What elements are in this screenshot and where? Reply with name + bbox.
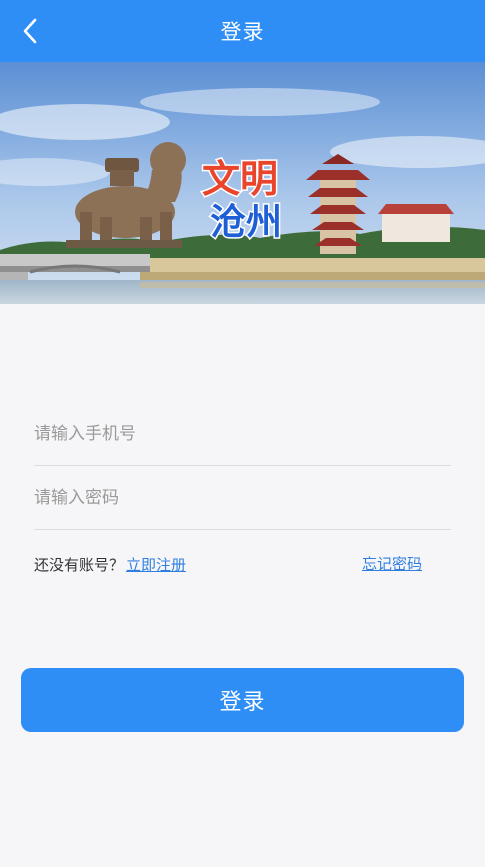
phone-input[interactable] (34, 413, 451, 454)
back-button[interactable] (14, 15, 46, 47)
chevron-left-icon (23, 18, 37, 44)
account-links-row: 还没有账号？ 立即注册 忘记密码 (34, 552, 424, 576)
login-screen: 登录 文明 沧州 请输入手机号 还没有账号？ 立即注册 忘记密码 登录 (0, 0, 485, 867)
svg-text:沧州: 沧州 (210, 202, 282, 243)
svg-text:文明: 文明 (202, 157, 278, 201)
register-link[interactable]: 立即注册 (126, 554, 186, 575)
banner-image: 文明 沧州 (0, 62, 485, 304)
phone-field (34, 402, 451, 466)
password-field (34, 466, 451, 530)
page-title: 登录 (220, 20, 265, 44)
top-nav-bar: 登录 (0, 0, 485, 62)
password-input[interactable] (34, 477, 451, 518)
login-button[interactable]: 登录 (21, 668, 464, 732)
civilized-cangzhou-logo: 文明 沧州 (201, 156, 284, 245)
no-account-label: 还没有账号？ (34, 555, 125, 574)
forgot-password-link[interactable]: 忘记密码 (362, 552, 422, 576)
